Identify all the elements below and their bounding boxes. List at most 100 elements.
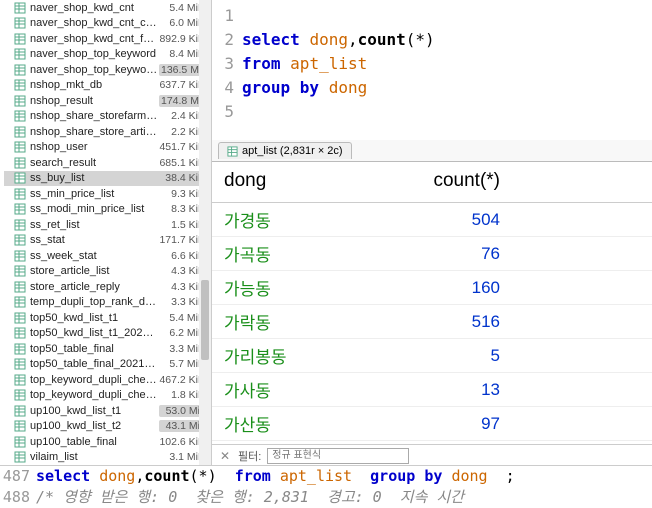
- table-icon: [14, 420, 26, 432]
- line-number: 3: [212, 52, 242, 76]
- table-label: ss_ret_list: [30, 219, 159, 231]
- cell-count: 76: [342, 244, 512, 264]
- table-icon: [14, 296, 26, 308]
- code-content[interactable]: [242, 4, 652, 28]
- editor-line: 5: [212, 100, 652, 124]
- filter-input[interactable]: [267, 448, 409, 464]
- table-label: top_keyword_dupli_check_t...: [30, 374, 159, 386]
- result-row[interactable]: 가산동97: [212, 407, 652, 441]
- result-header-col-2[interactable]: count(*): [342, 162, 512, 202]
- table-item[interactable]: top50_kwd_list_t1_202101...6.2 MiB: [4, 326, 211, 342]
- log-status-text: /* 영향 받은 행: 0 찾은 행: 2,831 경고: 0 지속 시간: [36, 487, 464, 508]
- table-icon: [14, 451, 26, 463]
- table-item[interactable]: ss_min_price_list9.3 KiB: [4, 186, 211, 202]
- cell-dong: 가산동: [212, 411, 342, 436]
- table-item[interactable]: nshop_share_storefarm_list2.4 KiB: [4, 109, 211, 125]
- table-label: top50_table_final_20210129: [30, 358, 159, 370]
- result-row[interactable]: 가곡동76: [212, 237, 652, 271]
- table-item[interactable]: nshop_share_store_article_r...2.2 KiB: [4, 124, 211, 140]
- table-label: ss_buy_list: [30, 172, 159, 184]
- table-item[interactable]: store_article_list4.3 KiB: [4, 264, 211, 280]
- table-label: store_article_list: [30, 265, 159, 277]
- code-content[interactable]: select dong,count(*): [242, 28, 652, 52]
- table-icon: [14, 312, 26, 324]
- log-line-sql: 487 select dong,count(*) from apt_list g…: [0, 466, 652, 487]
- result-row[interactable]: 가리봉동5: [212, 339, 652, 373]
- table-item[interactable]: nshop_result174.8 MiB: [4, 93, 211, 109]
- line-number: 4: [212, 76, 242, 100]
- table-item[interactable]: naver_shop_kwd_cnt_fashion892.9 KiB: [4, 31, 211, 47]
- table-item[interactable]: top_keyword_dupli_check_t...467.2 KiB: [4, 372, 211, 388]
- table-item[interactable]: up100_table_final102.6 KiB: [4, 434, 211, 450]
- sidebar-scrollbar[interactable]: [199, 0, 211, 466]
- table-item[interactable]: up100_kwd_list_t243.1 MiB: [4, 419, 211, 435]
- tables-sidebar: naver_shop_kwd_cnt5.4 MiBnaver_shop_kwd_…: [0, 0, 212, 466]
- table-item[interactable]: ss_week_stat6.6 KiB: [4, 248, 211, 264]
- table-label: naver_shop_top_keyword: [30, 48, 159, 60]
- table-item[interactable]: ss_stat171.7 KiB: [4, 233, 211, 249]
- table-item[interactable]: nshop_user451.7 KiB: [4, 140, 211, 156]
- table-icon: [14, 141, 26, 153]
- table-item[interactable]: ss_modi_min_price_list8.3 KiB: [4, 202, 211, 218]
- cell-count: 13: [342, 380, 512, 400]
- sql-editor[interactable]: 12select dong,count(*)3from apt_list4gro…: [212, 0, 652, 140]
- cell-dong: 가곡동: [212, 241, 342, 266]
- filter-label: 필터:: [238, 448, 261, 464]
- table-icon: [14, 17, 26, 29]
- result-grid[interactable]: dong count(*) 가경동504가곡동76가능동160가락동516가리봉…: [212, 162, 652, 444]
- table-icon: [14, 265, 26, 277]
- result-tab[interactable]: apt_list (2,831r × 2c): [218, 142, 352, 159]
- result-row[interactable]: 가사동13: [212, 373, 652, 407]
- table-item[interactable]: temp_dupli_top_rank_data3.3 KiB: [4, 295, 211, 311]
- table-icon: [14, 157, 26, 169]
- table-item[interactable]: naver_shop_top_keyword_2...136.5 MiB: [4, 62, 211, 78]
- table-item[interactable]: ss_buy_list38.4 KiB: [4, 171, 211, 187]
- table-item[interactable]: naver_shop_kwd_cnt_cust6.0 MiB: [4, 16, 211, 32]
- cell-count: 5: [342, 346, 512, 366]
- table-label: naver_shop_kwd_cnt_fashion: [30, 33, 159, 45]
- result-row[interactable]: 가락동516: [212, 305, 652, 339]
- table-item[interactable]: top_keyword_dupli_check_t...1.8 KiB: [4, 388, 211, 404]
- table-item[interactable]: nshop_mkt_db637.7 KiB: [4, 78, 211, 94]
- code-content[interactable]: group by dong: [242, 76, 652, 100]
- result-row[interactable]: 가경동504: [212, 203, 652, 237]
- table-item[interactable]: naver_shop_kwd_cnt5.4 MiB: [4, 0, 211, 16]
- line-number: 5: [212, 100, 242, 124]
- log-line-status: 488 /* 영향 받은 행: 0 찾은 행: 2,831 경고: 0 지속 시…: [0, 487, 652, 508]
- table-icon: [14, 234, 26, 246]
- table-icon: [14, 188, 26, 200]
- table-item[interactable]: naver_shop_top_keyword8.4 MiB: [4, 47, 211, 63]
- close-icon[interactable]: ✕: [218, 449, 232, 463]
- cell-dong: 가락동: [212, 309, 342, 334]
- table-label: temp_dupli_top_rank_data: [30, 296, 159, 308]
- result-tabs-bar: apt_list (2,831r × 2c): [212, 140, 652, 162]
- table-icon: [14, 281, 26, 293]
- table-item[interactable]: store_article_reply4.3 KiB: [4, 279, 211, 295]
- result-header-col-1[interactable]: dong: [212, 162, 342, 202]
- table-item[interactable]: vilaim_list3.1 MiB: [4, 450, 211, 466]
- code-content[interactable]: [242, 100, 652, 124]
- table-label: up100_kwd_list_t2: [30, 420, 159, 432]
- table-item[interactable]: top50_table_final3.3 MiB: [4, 341, 211, 357]
- table-item[interactable]: ss_ret_list1.5 KiB: [4, 217, 211, 233]
- table-icon: [14, 405, 26, 417]
- table-icon: [14, 203, 26, 215]
- table-label: search_result: [30, 157, 159, 169]
- table-label: ss_modi_min_price_list: [30, 203, 159, 215]
- table-label: nshop_user: [30, 141, 159, 153]
- table-item[interactable]: top50_kwd_list_t15.4 MiB: [4, 310, 211, 326]
- cell-count: 504: [342, 210, 512, 230]
- code-content[interactable]: from apt_list: [242, 52, 652, 76]
- table-label: naver_shop_top_keyword_2...: [30, 64, 159, 76]
- table-label: ss_min_price_list: [30, 188, 159, 200]
- cell-dong: 가능동: [212, 275, 342, 300]
- table-label: ss_week_stat: [30, 250, 159, 262]
- scrollbar-thumb[interactable]: [201, 280, 209, 360]
- result-row[interactable]: 가능동160: [212, 271, 652, 305]
- log-line-number: 488: [0, 487, 36, 508]
- table-item[interactable]: search_result685.1 KiB: [4, 155, 211, 171]
- table-label: nshop_result: [30, 95, 159, 107]
- table-item[interactable]: top50_table_final_202101295.7 MiB: [4, 357, 211, 373]
- table-item[interactable]: up100_kwd_list_t153.0 MiB: [4, 403, 211, 419]
- table-label: top_keyword_dupli_check_t...: [30, 389, 159, 401]
